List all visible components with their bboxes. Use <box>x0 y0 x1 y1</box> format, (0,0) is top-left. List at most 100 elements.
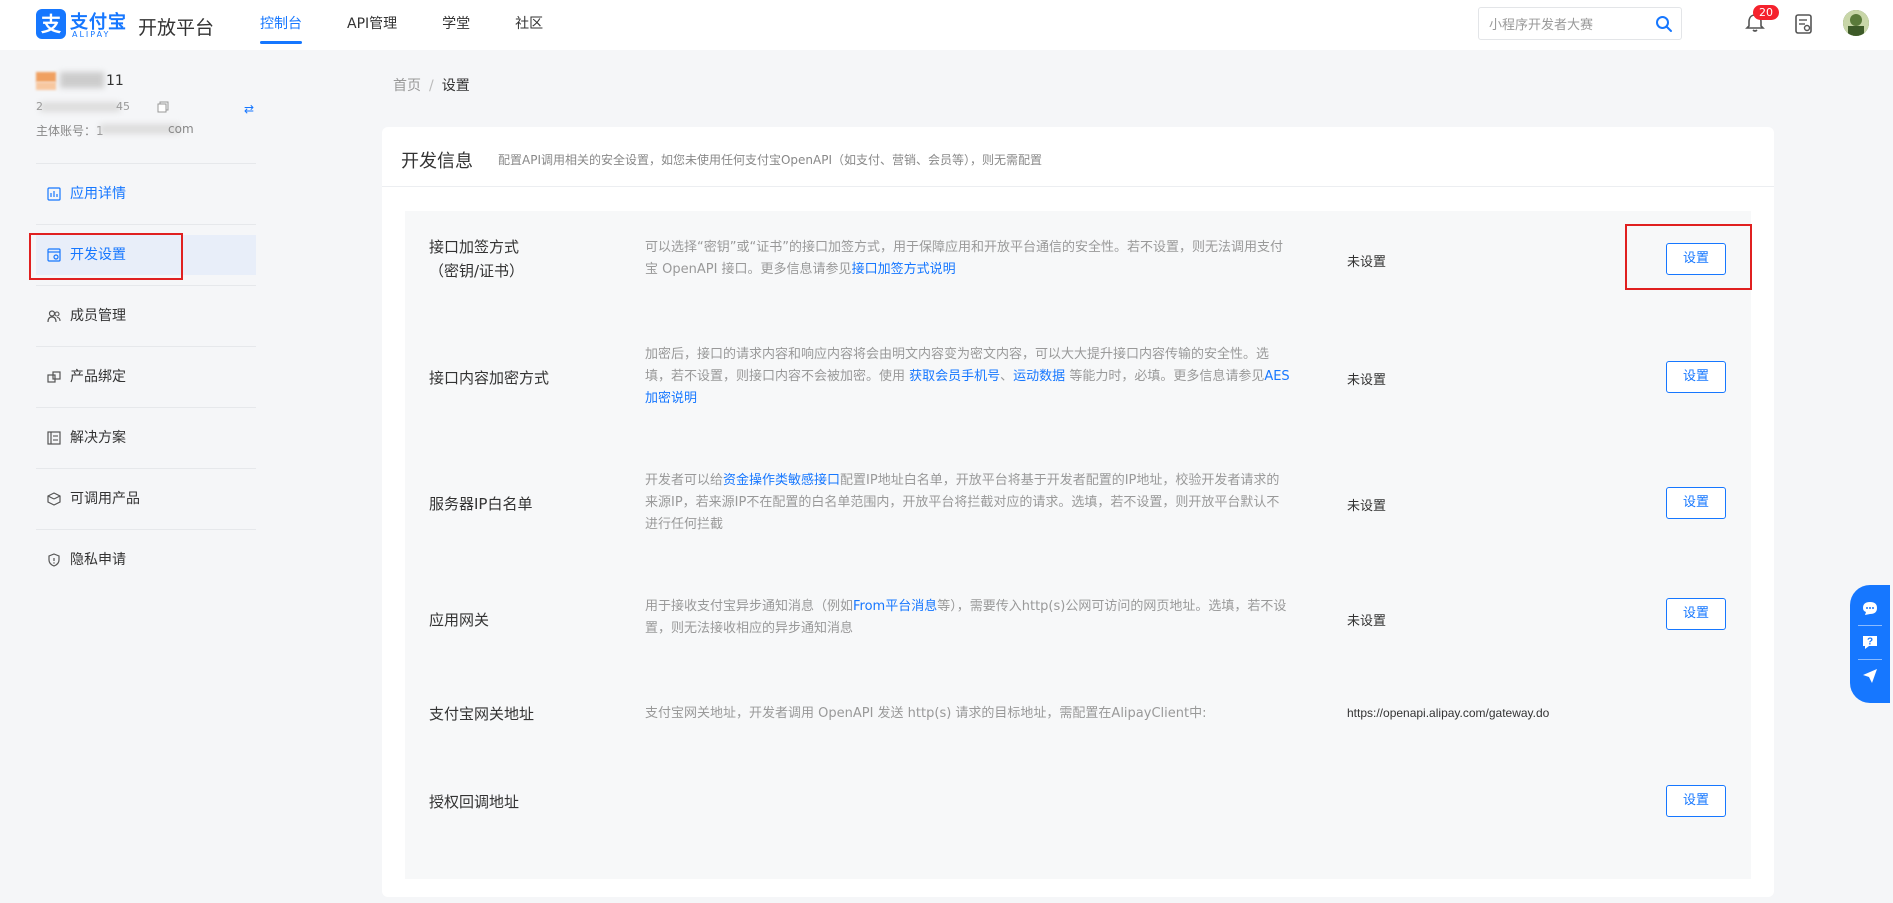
sidebar-divider <box>36 407 256 408</box>
alipay-gateway-url: https://openapi.alipay.com/gateway.do <box>1347 706 1550 720</box>
link-icon <box>47 371 61 383</box>
account-name-blur <box>60 72 104 88</box>
row-desc-text: 、 <box>1000 369 1014 384</box>
document-icon[interactable] <box>1794 13 1814 35</box>
sidebar-item-members[interactable]: 成员管理 <box>36 296 256 336</box>
row-desc-text: 用于接收支付宝异步通知消息（例如 <box>645 599 854 614</box>
sidebar-item-product-binding[interactable]: 产品绑定 <box>36 357 256 397</box>
account-avatar-blur <box>36 82 56 90</box>
row-desc-text: 开发者可以给 <box>645 473 724 488</box>
breadcrumb: 首页 / 设置 <box>393 75 470 95</box>
sidebar-item-label: 产品绑定 <box>70 369 126 385</box>
sports-data-link[interactable]: 运动数据 <box>1013 369 1065 384</box>
copy-icon[interactable] <box>157 101 169 113</box>
nav-console[interactable]: 控制台 <box>260 0 302 50</box>
sidebar-item-label: 解决方案 <box>70 430 126 446</box>
set-encryption-button[interactable]: 设置 <box>1666 361 1726 393</box>
breadcrumb-current: 设置 <box>441 78 470 94</box>
row-label-encryption: 接口内容加密方式 <box>429 369 550 387</box>
settings-panel <box>405 211 1751 879</box>
status-ip-whitelist: 未设置 <box>1347 499 1387 514</box>
status-gateway: 未设置 <box>1347 614 1387 629</box>
account-avatar-blur <box>36 72 56 82</box>
highlight-box <box>1625 224 1752 290</box>
row-label-gateway: 应用网关 <box>429 611 490 629</box>
sidebar-item-callable-products[interactable]: 可调用产品 <box>36 479 256 519</box>
card-divider <box>382 186 1774 187</box>
row-desc-ip-whitelist: 开发者可以给资金操作类敏感接口配置IP地址白名单，开放平台将基于开发者配置的IP… <box>645 470 1290 536</box>
sidebar-divider <box>36 163 256 164</box>
user-avatar[interactable] <box>1843 10 1869 36</box>
row-desc-alipay-gateway: 支付宝网关地址，开发者调用 OpenAPI 发送 http(s) 请求的目标地址… <box>645 706 1207 721</box>
sidebar-item-label: 成员管理 <box>70 308 126 324</box>
nav-community[interactable]: 社区 <box>515 0 543 50</box>
product-icon <box>47 492 61 506</box>
set-ip-whitelist-button[interactable]: 设置 <box>1666 487 1726 519</box>
row-desc-signing: 可以选择“密钥”或“证书”的接口加签方式，用于保障应用和开放平台通信的安全性。若… <box>645 237 1290 281</box>
signing-doc-link[interactable]: 接口加签方式说明 <box>852 262 956 277</box>
sidebar-item-solutions[interactable]: 解决方案 <box>36 418 256 458</box>
account-id-suffix: 45 <box>116 100 130 113</box>
breadcrumb-separator: / <box>429 78 434 94</box>
svg-text:?: ? <box>1867 637 1873 648</box>
sidebar-item-app-details[interactable]: 应用详情 <box>36 174 256 214</box>
row-label-alipay-gateway: 支付宝网关地址 <box>429 705 535 723</box>
chart-icon <box>47 187 61 201</box>
notification-badge: 20 <box>1753 5 1779 20</box>
chat-icon[interactable] <box>1861 599 1879 617</box>
account-id-blur <box>40 102 120 112</box>
sidebar-item-label: 可调用产品 <box>70 491 140 507</box>
row-label-ip-whitelist: 服务器IP白名单 <box>429 495 533 513</box>
main-nav: 控制台 API管理 学堂 社区 <box>260 0 588 50</box>
set-gateway-button[interactable]: 设置 <box>1666 598 1726 630</box>
logo-subtext: ALIPAY <box>72 30 111 39</box>
main-account-suffix: com <box>168 122 194 136</box>
sensitive-api-link[interactable]: 资金操作类敏感接口 <box>723 473 840 488</box>
top-navbar: 支 支付宝 ALIPAY 开放平台 控制台 API管理 学堂 社区 20 <box>0 0 1893 50</box>
card-title: 开发信息 <box>401 151 473 172</box>
account-id-prefix: 2 <box>36 100 43 113</box>
send-icon[interactable] <box>1861 667 1879 685</box>
nav-academy[interactable]: 学堂 <box>442 0 470 50</box>
shield-icon <box>48 553 60 567</box>
floating-help-widget: ? <box>1850 585 1890 703</box>
row-desc-gateway: 用于接收支付宝异步通知消息（例如From平台消息等），需要传入http(s)公网… <box>645 596 1290 640</box>
breadcrumb-home[interactable]: 首页 <box>393 78 421 94</box>
platform-message-link[interactable]: From平台消息 <box>853 599 937 614</box>
help-icon[interactable]: ? <box>1861 633 1879 651</box>
status-signing: 未设置 <box>1347 255 1387 270</box>
sidebar-item-label: 应用详情 <box>70 186 126 202</box>
account-name: 11 <box>106 73 124 89</box>
search-input[interactable] <box>1489 15 1649 33</box>
switch-account-icon[interactable]: ⇄ <box>244 102 254 116</box>
main-account-label: 主体账号：1 <box>36 124 104 138</box>
row-desc-text: 可以选择“密钥”或“证书”的接口加签方式，用于保障应用和开放平台通信的安全性。若… <box>645 240 1283 277</box>
highlight-box <box>29 233 183 280</box>
solution-icon <box>47 431 61 445</box>
row-label-signing: 接口加签方式 （密钥/证书） <box>429 235 524 283</box>
widget-divider <box>1858 625 1882 626</box>
row-label-auth-callback: 授权回调地址 <box>429 793 520 811</box>
sidebar: 11 2 45 ⇄ 主体账号：1 com 应用详情 开发设置 成员管理 产品绑定… <box>0 50 275 903</box>
member-phone-link[interactable]: 获取会员手机号 <box>909 369 1000 384</box>
widget-divider <box>1858 659 1882 660</box>
row-label-line: （密钥/证书） <box>429 262 525 280</box>
platform-title[interactable]: 开放平台 <box>138 13 214 40</box>
sidebar-item-label: 隐私申请 <box>70 552 126 568</box>
search-icon[interactable] <box>1655 15 1673 33</box>
search-box <box>1478 7 1682 40</box>
sidebar-item-privacy[interactable]: 隐私申请 <box>36 540 256 580</box>
sidebar-divider <box>36 468 256 469</box>
sidebar-divider <box>36 529 256 530</box>
users-icon <box>47 310 61 323</box>
sidebar-divider <box>36 285 256 286</box>
set-auth-callback-button[interactable]: 设置 <box>1666 785 1726 817</box>
status-encryption: 未设置 <box>1347 373 1387 388</box>
alipay-logo-icon[interactable]: 支 <box>36 9 66 39</box>
nav-api-management[interactable]: API管理 <box>347 0 397 50</box>
card-description: 配置API调用相关的安全设置，如您未使用任何支付宝OpenAPI（如支付、营销、… <box>498 153 1043 167</box>
sidebar-divider <box>36 346 256 347</box>
row-desc-encryption: 加密后，接口的请求内容和响应内容将会由明文内容变为密文内容，可以大大提升接口内容… <box>645 344 1290 410</box>
row-desc-text: 等能力时，必填。更多信息请参见 <box>1065 369 1265 384</box>
row-label-line: 接口加签方式 <box>429 238 520 256</box>
